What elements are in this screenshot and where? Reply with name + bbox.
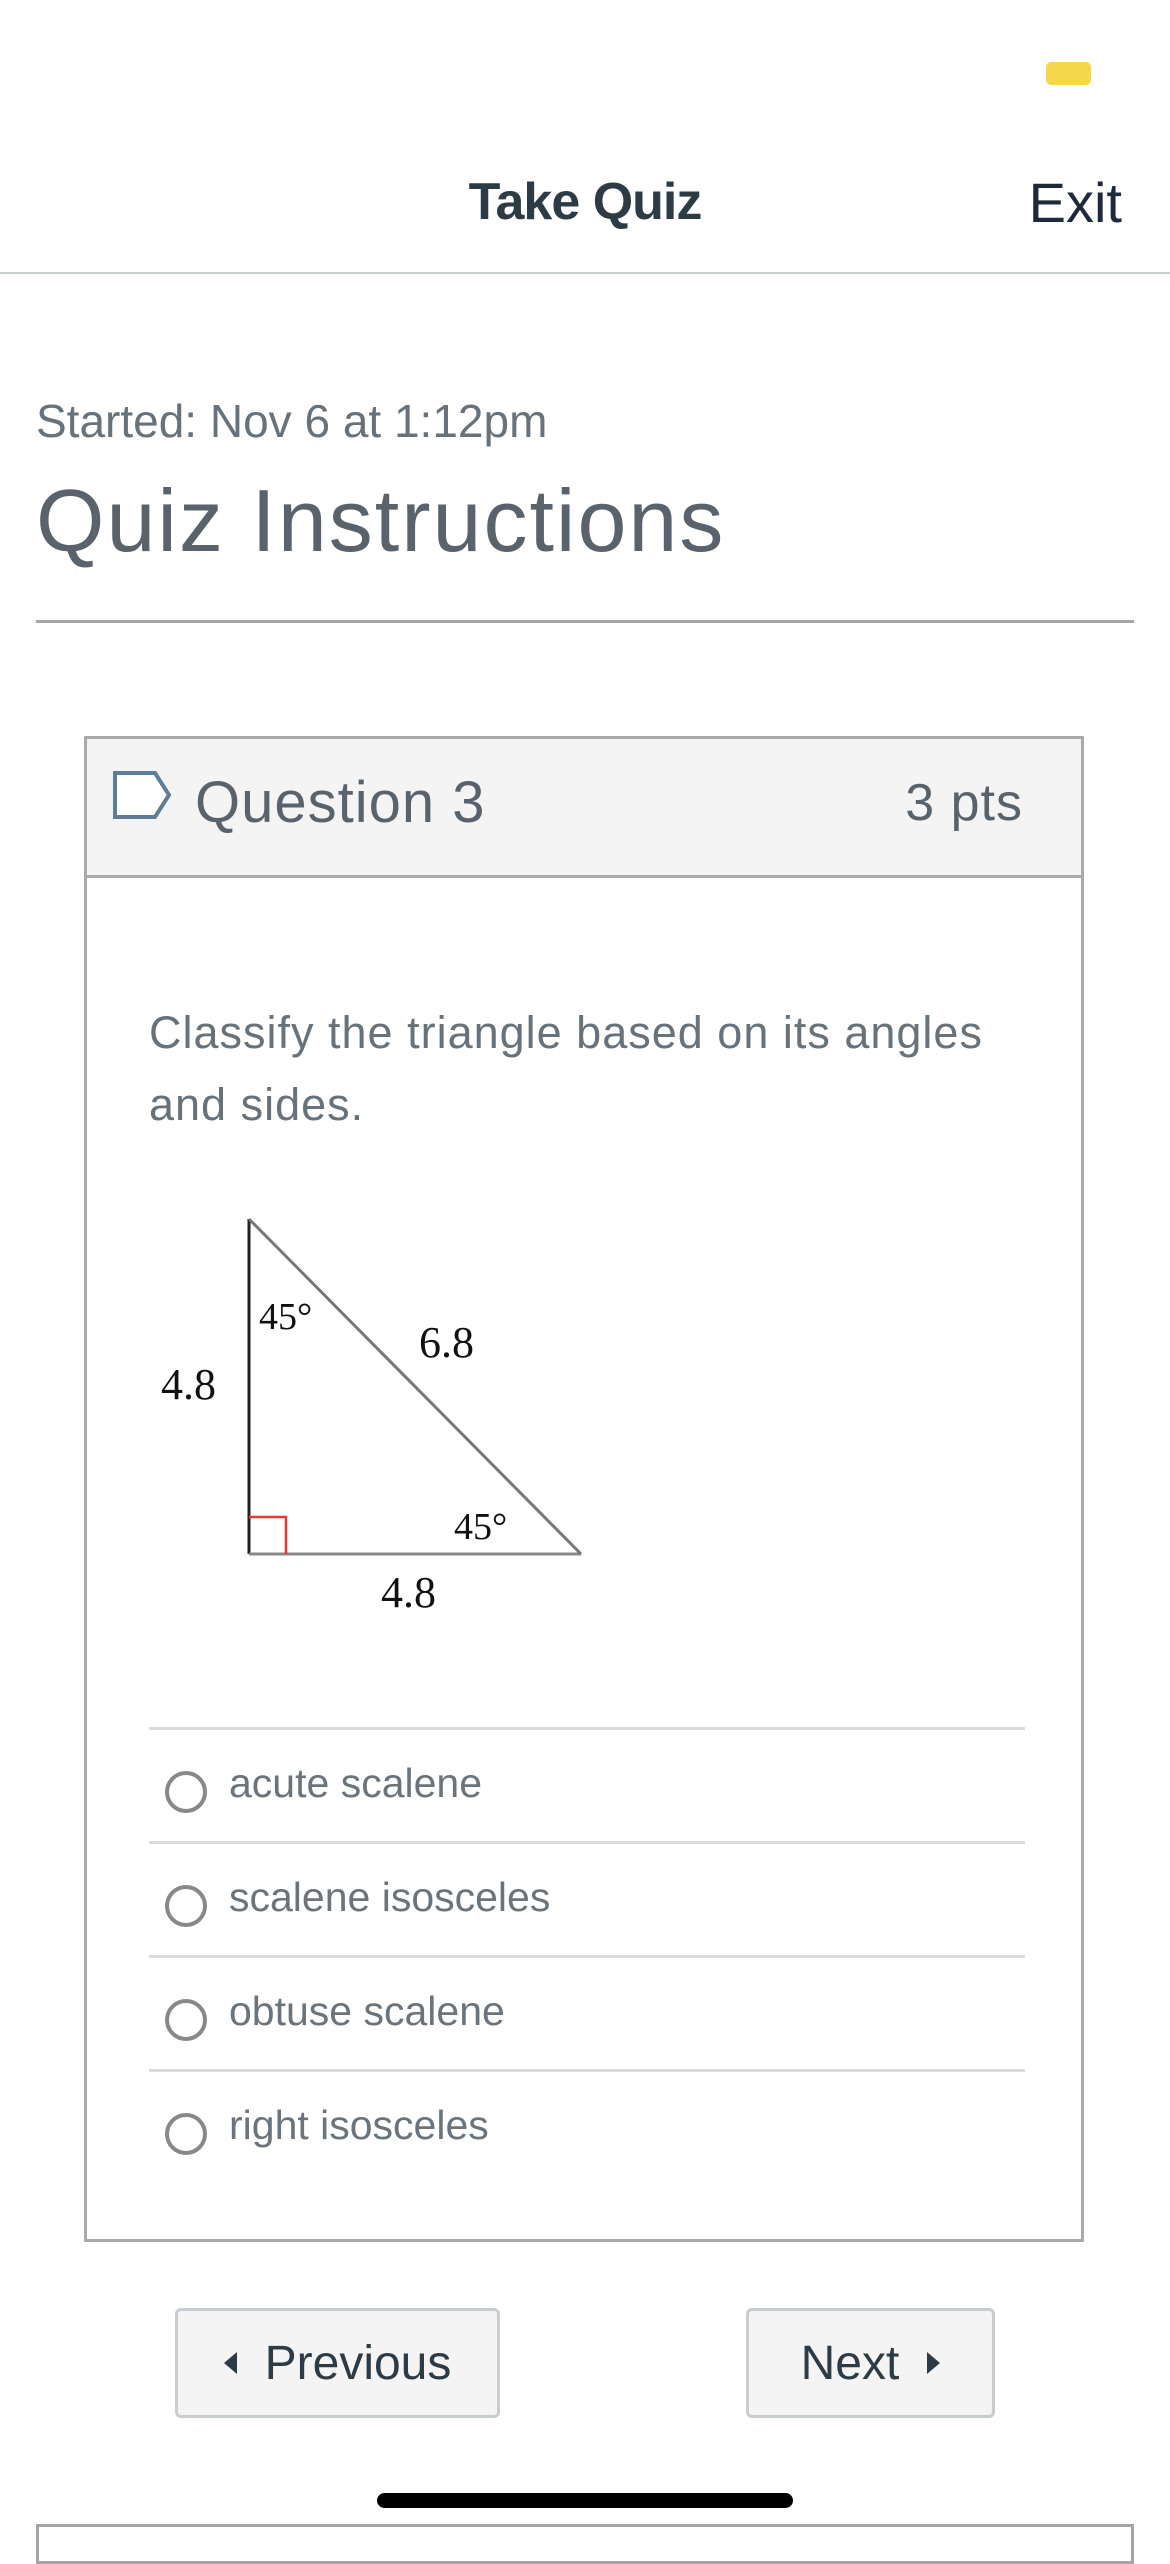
page-header-title: Take Quiz: [468, 173, 703, 231]
answer-label: scalene isosceles: [229, 1874, 551, 1920]
question-header: Question 3 3 pts: [87, 739, 1081, 878]
previous-button[interactable]: Previous: [175, 2308, 500, 2418]
answer-option[interactable]: right isosceles: [149, 2069, 1025, 2183]
bottom-panel: [36, 2524, 1134, 2564]
exit-button[interactable]: Exit: [1029, 170, 1122, 235]
triangle-hypotenuse: [247, 1217, 583, 1556]
top-bar: Take Quiz Exit: [0, 140, 1170, 274]
radio-button[interactable]: [165, 1998, 207, 2041]
answer-option[interactable]: obtuse scalene: [149, 1955, 1025, 2069]
answer-label: right isosceles: [229, 2102, 489, 2148]
quiz-title: Quiz Instructions: [36, 471, 726, 570]
left-side-label: 4.8: [161, 1360, 216, 1409]
answer-option[interactable]: scalene isosceles: [149, 1841, 1025, 1955]
next-label: Next: [800, 2336, 900, 2390]
answer-label: obtuse scalene: [229, 1988, 505, 2034]
top-angle-label: 45°: [259, 1296, 312, 1338]
radio-button[interactable]: [165, 1884, 207, 1927]
title-divider: [36, 620, 1134, 623]
answer-list: acute scalene scalene isosceles obtuse s…: [149, 1727, 1025, 2183]
caret-right-icon: [927, 2352, 941, 2374]
previous-label: Previous: [264, 2336, 452, 2390]
right-angle-marker: [249, 1515, 288, 1554]
hypotenuse-label: 6.8: [419, 1318, 474, 1367]
flag-question-icon[interactable]: [112, 770, 172, 820]
home-indicator[interactable]: [377, 2493, 793, 2508]
caret-left-icon: [223, 2352, 237, 2374]
bottom-angle-label: 45°: [454, 1506, 507, 1548]
answer-label: acute scalene: [229, 1760, 483, 1806]
next-button[interactable]: Next: [746, 2308, 995, 2418]
radio-button[interactable]: [165, 1770, 207, 1813]
bottom-side-label: 4.8: [381, 1568, 436, 1617]
started-timestamp: Started: Nov 6 at 1:12pm: [36, 395, 548, 447]
answer-option[interactable]: acute scalene: [149, 1727, 1025, 1841]
question-card: Question 3 3 pts Classify the triangle b…: [84, 736, 1084, 2242]
question-text: Classify the triangle based on its angle…: [149, 1007, 983, 1130]
question-points: 3 pts: [905, 774, 1023, 832]
radio-button[interactable]: [165, 2112, 207, 2155]
triangle-figure: 45° 6.8 4.8 45° 4.8: [161, 1217, 583, 1617]
status-indicator: [1046, 62, 1091, 85]
question-name: Question 3: [195, 770, 486, 835]
